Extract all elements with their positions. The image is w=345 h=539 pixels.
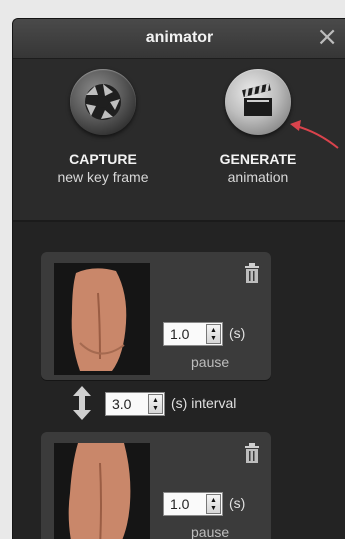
aperture-icon — [70, 69, 136, 135]
animator-panel: animator × CAPTURE new key frame GENERAT… — [12, 18, 345, 539]
clapperboard-icon — [225, 69, 291, 135]
delete-frame-icon[interactable] — [243, 262, 261, 289]
delete-frame-icon[interactable] — [243, 442, 261, 469]
pause-stepper[interactable]: ▲▼ — [163, 492, 223, 516]
keyframe-thumbnail[interactable] — [54, 443, 150, 539]
pause-label: pause — [191, 354, 230, 370]
pause-unit: (s) — [229, 325, 246, 341]
pause-input[interactable] — [164, 323, 208, 345]
capture-button[interactable]: CAPTURE new key frame — [28, 69, 178, 185]
stepper-buttons[interactable]: ▲ ▼ — [206, 494, 221, 514]
stepper-buttons[interactable]: ▲ ▼ — [206, 324, 221, 344]
interval-stepper[interactable]: ▲▼ — [105, 392, 165, 416]
keyframe-thumbnail[interactable] — [54, 263, 150, 375]
pause-label: pause — [191, 524, 230, 539]
pause-input[interactable] — [164, 493, 208, 515]
panel-title: animator — [145, 29, 214, 46]
pause-stepper[interactable]: ▲▼ — [163, 322, 223, 346]
generate-button[interactable]: GENERATE animation — [183, 69, 333, 185]
capture-sublabel: new key frame — [57, 169, 149, 185]
interval-arrows-icon — [73, 386, 91, 420]
generate-sublabel: animation — [227, 169, 289, 185]
keyframe-card: ▲▼ (s) pause — [41, 432, 271, 539]
capture-label: CAPTURE — [69, 151, 137, 167]
pause-unit: (s) — [229, 495, 246, 511]
close-icon[interactable]: × — [316, 24, 338, 50]
interval-label: (s) interval — [171, 395, 237, 411]
keyframe-list: ▲▼ (s) pause ▲▼ (s) interval — [13, 222, 345, 539]
stepper-buttons[interactable]: ▲ ▼ — [148, 394, 163, 414]
interval-row: ▲▼ (s) interval — [57, 386, 317, 420]
toolbar: CAPTURE new key frame GENERATE animation — [13, 59, 345, 221]
keyframe-card: ▲▼ (s) pause — [41, 252, 271, 380]
generate-label: GENERATE — [219, 151, 297, 167]
title-bar: animator × — [13, 19, 345, 59]
interval-input[interactable] — [106, 393, 150, 415]
